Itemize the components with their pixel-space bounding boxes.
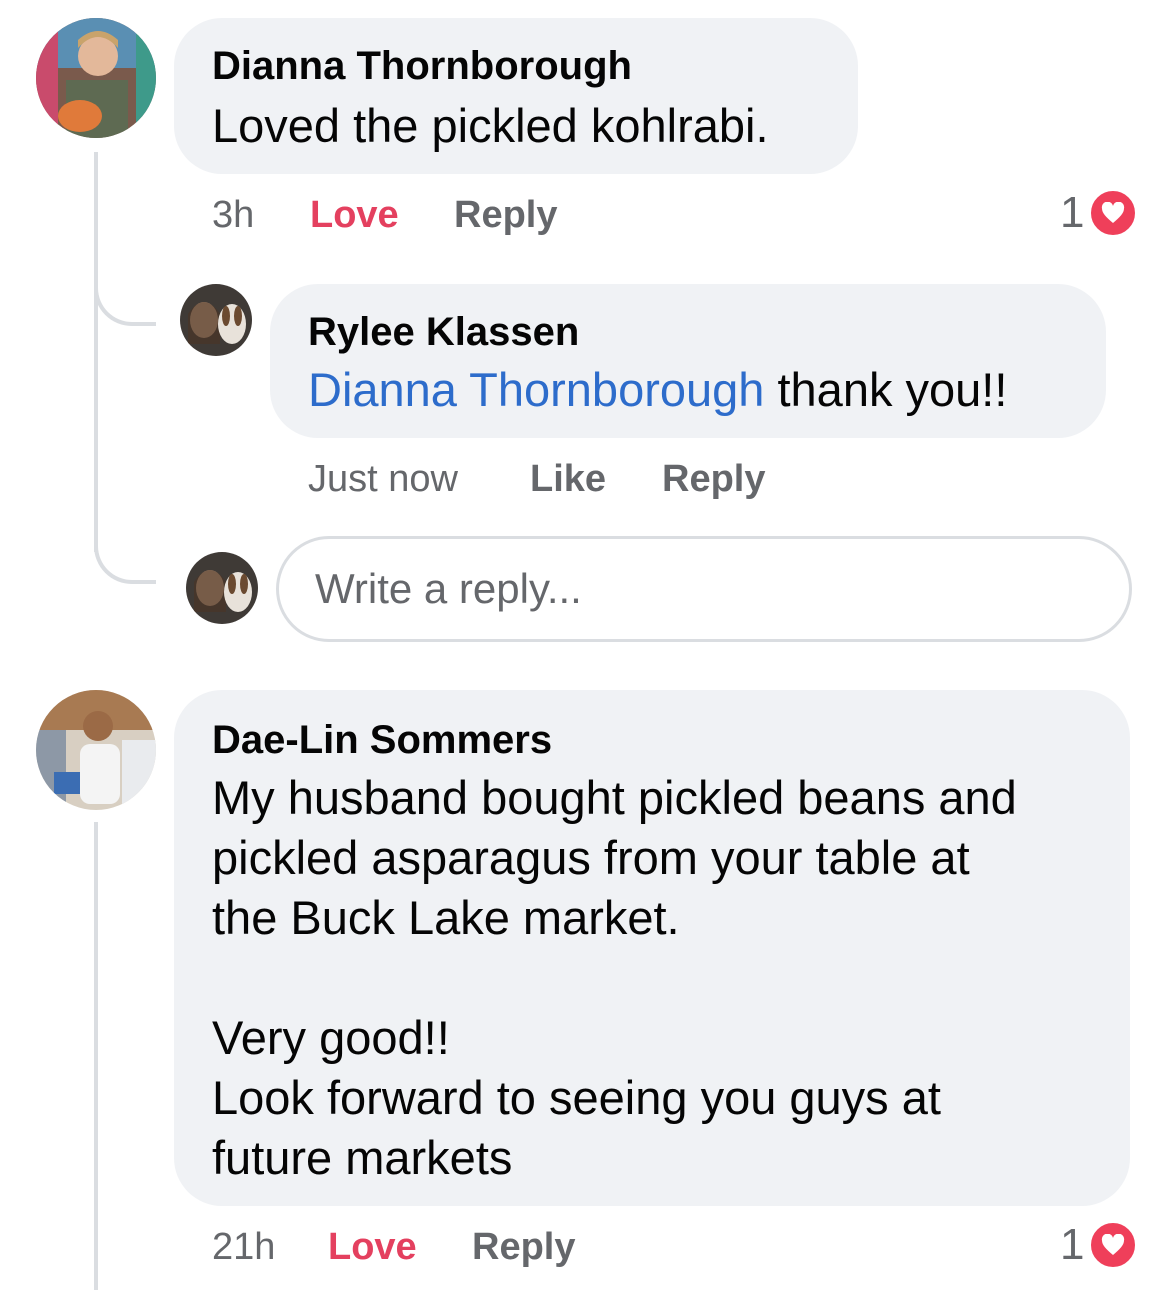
heart-icon <box>1088 1220 1139 1270</box>
reply-text: Dianna Thornborough thank you!! <box>308 360 1007 420</box>
love-button[interactable]: Love <box>310 194 399 237</box>
comment-text-line: future markets <box>212 1131 513 1184</box>
comment-author[interactable]: Dae-Lin Sommers <box>212 718 552 763</box>
avatar[interactable] <box>36 690 156 810</box>
reaction-count[interactable]: 1 <box>1060 188 1139 238</box>
thread-line <box>94 152 98 552</box>
like-button[interactable]: Like <box>530 458 606 501</box>
comment-author[interactable]: Dianna Thornborough <box>212 44 632 89</box>
comment-text-line <box>212 948 1017 1008</box>
comment-text-line: pickled asparagus from your table at <box>212 831 970 884</box>
reply-author[interactable]: Rylee Klassen <box>308 310 579 355</box>
comment-text-line: Very good!! <box>212 1011 450 1064</box>
reaction-count[interactable]: 1 <box>1060 1220 1139 1270</box>
thread-branch <box>94 510 156 584</box>
reaction-count-number: 1 <box>1060 188 1085 237</box>
heart-icon <box>1088 188 1139 238</box>
comment-bubble[interactable]: Dianna Thornborough Loved the pickled ko… <box>174 18 858 174</box>
reply-time[interactable]: Just now <box>308 458 458 501</box>
reply-button[interactable]: Reply <box>454 194 557 237</box>
reply-button[interactable]: Reply <box>472 1226 575 1269</box>
avatar[interactable] <box>36 18 156 138</box>
reaction-count-number: 1 <box>1060 1220 1085 1269</box>
comment-text: Loved the pickled kohlrabi. <box>212 99 769 152</box>
comment-time[interactable]: 3h <box>212 194 254 237</box>
comment-text-line: the Buck Lake market. <box>212 891 680 944</box>
mention-link[interactable]: Dianna Thornborough <box>308 363 764 416</box>
reply-text-body: thank you!! <box>764 363 1008 416</box>
reply-button[interactable]: Reply <box>662 458 765 501</box>
comment-text: My husband bought pickled beans and pick… <box>212 768 1017 1188</box>
reply-input[interactable] <box>276 536 1132 642</box>
comment-text-line: My husband bought pickled beans and <box>212 771 1017 824</box>
love-button[interactable]: Love <box>328 1226 417 1269</box>
avatar <box>186 552 258 624</box>
thread-branch <box>94 252 156 326</box>
comment-text-line: Look forward to seeing you guys at <box>212 1071 941 1124</box>
comment-time[interactable]: 21h <box>212 1226 275 1269</box>
avatar[interactable] <box>180 284 252 356</box>
reply-bubble[interactable]: Rylee Klassen Dianna Thornborough thank … <box>270 284 1106 438</box>
comment-bubble[interactable]: Dae-Lin Sommers My husband bought pickle… <box>174 690 1130 1206</box>
thread-line <box>94 822 98 1290</box>
